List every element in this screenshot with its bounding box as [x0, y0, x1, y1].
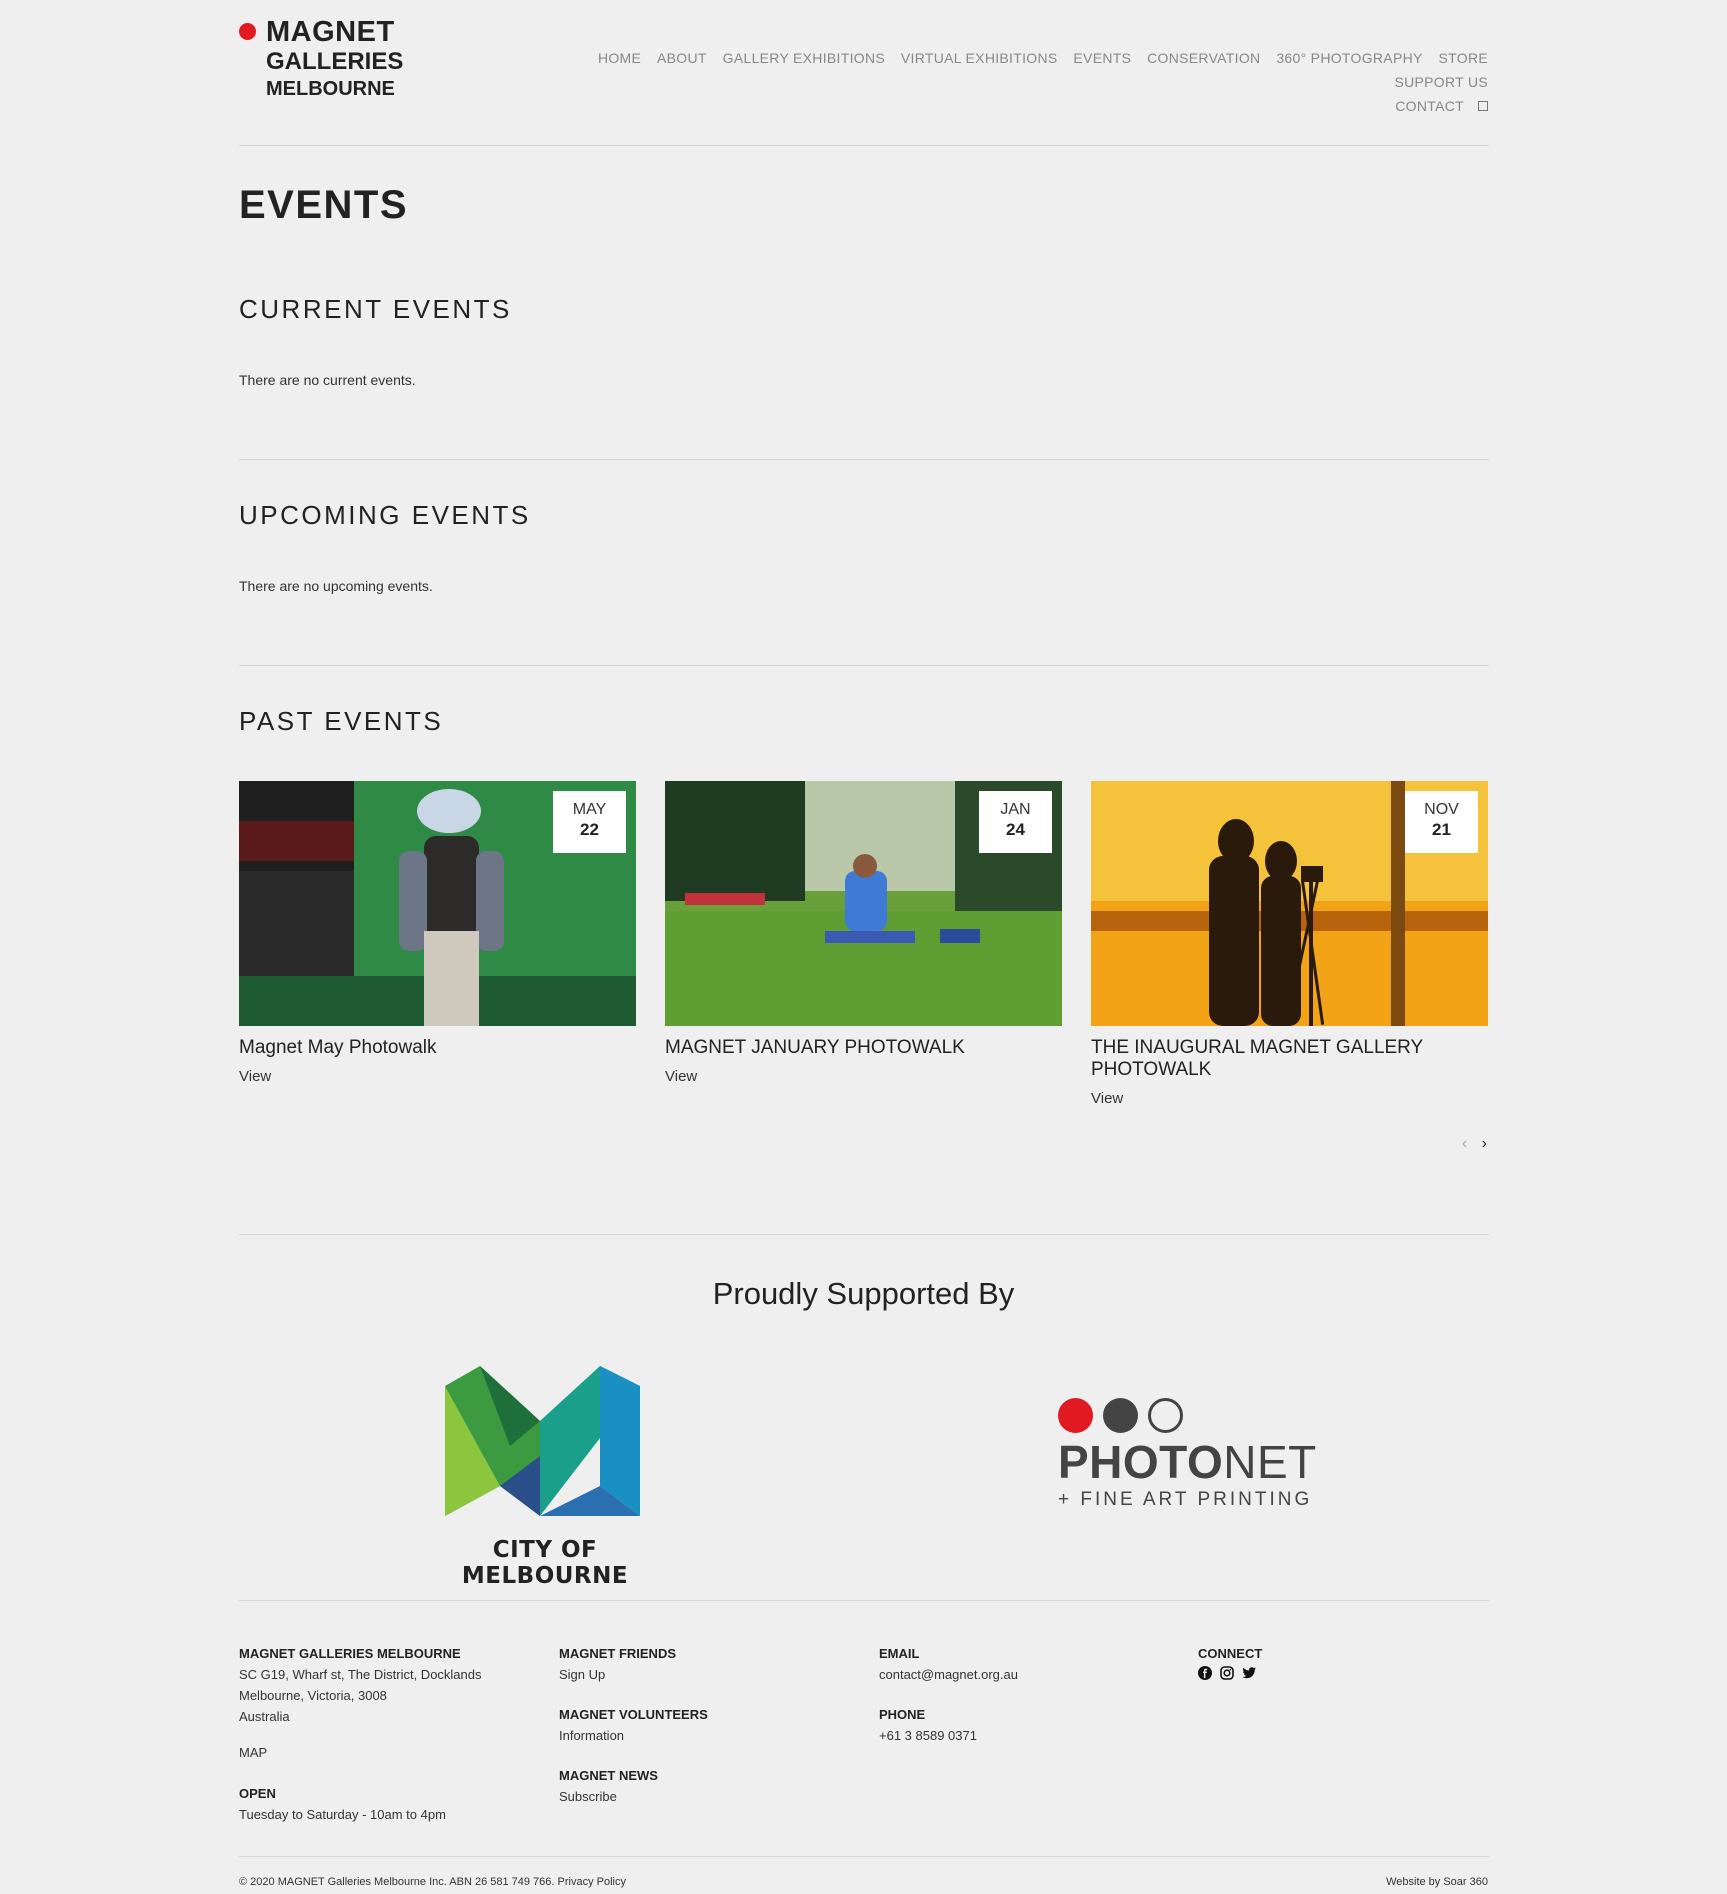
next-arrow-icon[interactable]: ›: [1482, 1135, 1487, 1152]
nav-360-photography[interactable]: 360° PHOTOGRAPHY: [1276, 50, 1422, 66]
divider: [239, 1600, 1489, 1601]
footer-email-heading: EMAIL: [879, 1646, 920, 1661]
event-view-link[interactable]: View: [239, 1068, 636, 1085]
site-logo[interactable]: MAGNET GALLERIES MELBOURNE: [239, 16, 403, 106]
event-month: NOV: [1424, 801, 1459, 818]
divider: [239, 1234, 1489, 1235]
event-date-badge: NOV 21: [1405, 791, 1478, 853]
footer-contact: EMAIL contact@magnet.org.au PHONE +61 3 …: [879, 1643, 1018, 1746]
nav-conservation[interactable]: CONSERVATION: [1147, 50, 1260, 66]
event-card[interactable]: MAY 22 Magnet May Photowalk View: [239, 781, 636, 1085]
social-icons: [1198, 1666, 1262, 1680]
footer-address: MAGNET GALLERIES MELBOURNE SC G19, Wharf…: [239, 1643, 482, 1825]
footer-connect-heading: CONNECT: [1198, 1646, 1263, 1661]
event-month: JAN: [1000, 801, 1031, 818]
footer-phone-heading: PHONE: [879, 1707, 926, 1722]
event-view-link[interactable]: View: [665, 1068, 1062, 1085]
carousel-arrows: ‹ ›: [1452, 1135, 1487, 1153]
footer-membership: MAGNET FRIENDS Sign Up MAGNET VOLUNTEERS…: [559, 1643, 708, 1807]
facebook-icon[interactable]: [1198, 1666, 1212, 1680]
website-credit[interactable]: Website by Soar 360: [1386, 1876, 1488, 1888]
logo-line1: MAGNET: [266, 16, 395, 48]
page-title: EVENTS: [239, 183, 409, 227]
footer-open-heading: OPEN: [239, 1786, 276, 1801]
divider: [239, 1856, 1489, 1857]
nav-support-us[interactable]: SUPPORT US: [1394, 74, 1488, 90]
footer-address-line3: Australia: [239, 1709, 290, 1724]
instagram-icon[interactable]: [1220, 1666, 1234, 1680]
event-title[interactable]: Magnet May Photowalk: [239, 1037, 636, 1059]
divider: [239, 665, 1489, 666]
sponsor2-sub: + FINE ART PRINTING: [1058, 1489, 1313, 1510]
logo-red-dot: [239, 23, 256, 40]
outline-dot-icon: [1148, 1398, 1183, 1433]
footer-open-hours: Tuesday to Saturday - 10am to 4pm: [239, 1807, 446, 1822]
event-title[interactable]: MAGNET JANUARY PHOTOWALK: [665, 1037, 1062, 1059]
nav-about[interactable]: ABOUT: [657, 50, 707, 66]
footer-connect: CONNECT: [1198, 1643, 1262, 1680]
event-day: 22: [580, 820, 599, 839]
event-image-nov[interactable]: NOV 21: [1091, 781, 1488, 1026]
upcoming-events-heading: UPCOMING EVENTS: [239, 500, 531, 530]
copyright-text: © 2020 MAGNET Galleries Melbourne Inc. A…: [239, 1876, 555, 1888]
event-view-link[interactable]: View: [1091, 1090, 1488, 1107]
nav-virtual-exhibitions[interactable]: VIRTUAL EXHIBITIONS: [901, 50, 1058, 66]
sponsor2-name: PHOTONET: [1058, 1437, 1318, 1487]
footer-phone[interactable]: +61 3 8589 0371: [879, 1725, 1018, 1746]
event-card[interactable]: NOV 21 THE INAUGURAL MAGNET GALLERY PHOT…: [1091, 781, 1488, 1107]
footer-address-line1: SC G19, Wharf st, The District, Dockland…: [239, 1667, 482, 1682]
footer-volunteers-link[interactable]: Information: [559, 1725, 708, 1746]
footer-map-link[interactable]: MAP: [239, 1742, 482, 1763]
footer-friends-link[interactable]: Sign Up: [559, 1664, 708, 1685]
event-image-may[interactable]: MAY 22: [239, 781, 636, 1026]
copyright: © 2020 MAGNET Galleries Melbourne Inc. A…: [239, 1876, 626, 1888]
footer-news-heading: MAGNET NEWS: [559, 1768, 658, 1783]
red-dot-icon: [1058, 1398, 1093, 1433]
footer-news-link[interactable]: Subscribe: [559, 1786, 708, 1807]
prev-arrow-icon[interactable]: ‹: [1462, 1135, 1467, 1152]
event-day: 21: [1432, 820, 1451, 839]
footer-email-link[interactable]: contact@magnet.org.au: [879, 1664, 1018, 1685]
footer-friends-heading: MAGNET FRIENDS: [559, 1646, 676, 1661]
current-events-heading: CURRENT EVENTS: [239, 294, 512, 324]
nav-gallery-exhibitions[interactable]: GALLERY EXHIBITIONS: [723, 50, 885, 66]
upcoming-events-message: There are no upcoming events.: [239, 578, 433, 594]
current-events-message: There are no current events.: [239, 372, 416, 388]
footer-volunteers-heading: MAGNET VOLUNTEERS: [559, 1707, 708, 1722]
logo-line2: GALLERIES: [266, 48, 404, 75]
event-card[interactable]: JAN 24 MAGNET JANUARY PHOTOWALK View: [665, 781, 1062, 1085]
sponsor2-light: NET: [1223, 1436, 1317, 1488]
logo-line3: MELBOURNE: [266, 78, 395, 100]
grey-dot-icon: [1103, 1398, 1138, 1433]
event-date-badge: JAN 24: [979, 791, 1052, 853]
main-nav: HOME ABOUT GALLERY EXHIBITIONS VIRTUAL E…: [508, 46, 1488, 118]
privacy-policy-link[interactable]: Privacy Policy: [558, 1876, 626, 1888]
footer-address-line2: Melbourne, Victoria, 3008: [239, 1688, 387, 1703]
city-of-melbourne-logo[interactable]: CITY OF MELBOURNE: [440, 1366, 650, 1589]
sponsor1-name: CITY OF MELBOURNE: [461, 1537, 629, 1589]
nav-store[interactable]: STORE: [1439, 50, 1488, 66]
event-title[interactable]: THE INAUGURAL MAGNET GALLERY PHOTOWALK: [1091, 1037, 1488, 1081]
event-image-jan[interactable]: JAN 24: [665, 781, 1062, 1026]
event-day: 24: [1006, 820, 1025, 839]
sponsor2-bold: PHOTO: [1058, 1436, 1224, 1488]
footer-org-name: MAGNET GALLERIES MELBOURNE: [239, 1646, 461, 1661]
past-events-heading: PAST EVENTS: [239, 706, 444, 736]
photonet-dots: [1058, 1398, 1318, 1433]
search-toggle-icon[interactable]: [1478, 101, 1488, 111]
supported-heading: Proudly Supported By: [712, 1276, 1015, 1311]
photonet-logo[interactable]: PHOTONET + FINE ART PRINTING: [1058, 1398, 1318, 1518]
twitter-icon[interactable]: [1242, 1666, 1257, 1680]
nav-events[interactable]: EVENTS: [1073, 50, 1131, 66]
nav-contact[interactable]: CONTACT: [1395, 94, 1464, 118]
event-date-badge: MAY 22: [553, 791, 626, 853]
divider: [239, 145, 1489, 146]
nav-home[interactable]: HOME: [598, 50, 641, 66]
divider: [239, 459, 1489, 460]
event-month: MAY: [572, 801, 607, 818]
